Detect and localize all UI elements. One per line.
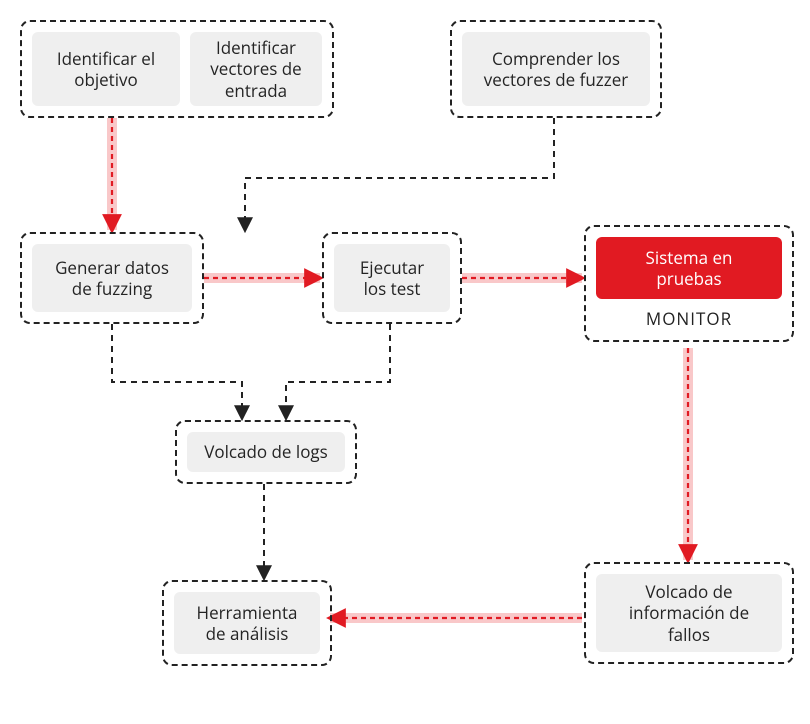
label-monitor: MONITOR <box>646 307 732 330</box>
group-comprender: Comprender los vectores de fuzzer <box>450 20 662 118</box>
group-herramienta: Herramienta de análisis <box>162 580 332 666</box>
arrow-comprender-to-generar <box>245 118 554 230</box>
node-sistema-pruebas: Sistema en pruebas <box>596 237 782 299</box>
node-generar-datos: Generar datos de fuzzing <box>32 244 192 312</box>
node-identificar-vectores: Identificar vectores de entrada <box>190 32 322 106</box>
arrow-ejecutar-to-logs <box>286 324 390 418</box>
group-volcado-logs: Volcado de logs <box>175 420 357 484</box>
group-generar: Generar datos de fuzzing <box>20 232 204 324</box>
group-monitor: Sistema en pruebas MONITOR <box>584 225 794 342</box>
node-ejecutar-test: Ejecutar los test <box>334 244 450 312</box>
node-comprender-vectores: Comprender los vectores de fuzzer <box>462 32 650 106</box>
group-ejecutar: Ejecutar los test <box>322 232 462 324</box>
group-volcado-fallos: Volcado de información de fallos <box>584 562 794 664</box>
node-herramienta-analisis: Herramienta de análisis <box>174 592 320 654</box>
group-identificar: Identificar el objetivo Identificar vect… <box>20 20 334 118</box>
node-volcado-logs: Volcado de logs <box>187 432 345 472</box>
node-volcado-fallos: Volcado de información de fallos <box>596 574 782 652</box>
arrow-generar-to-logs <box>112 324 242 418</box>
node-identificar-objetivo: Identificar el objetivo <box>32 32 180 106</box>
